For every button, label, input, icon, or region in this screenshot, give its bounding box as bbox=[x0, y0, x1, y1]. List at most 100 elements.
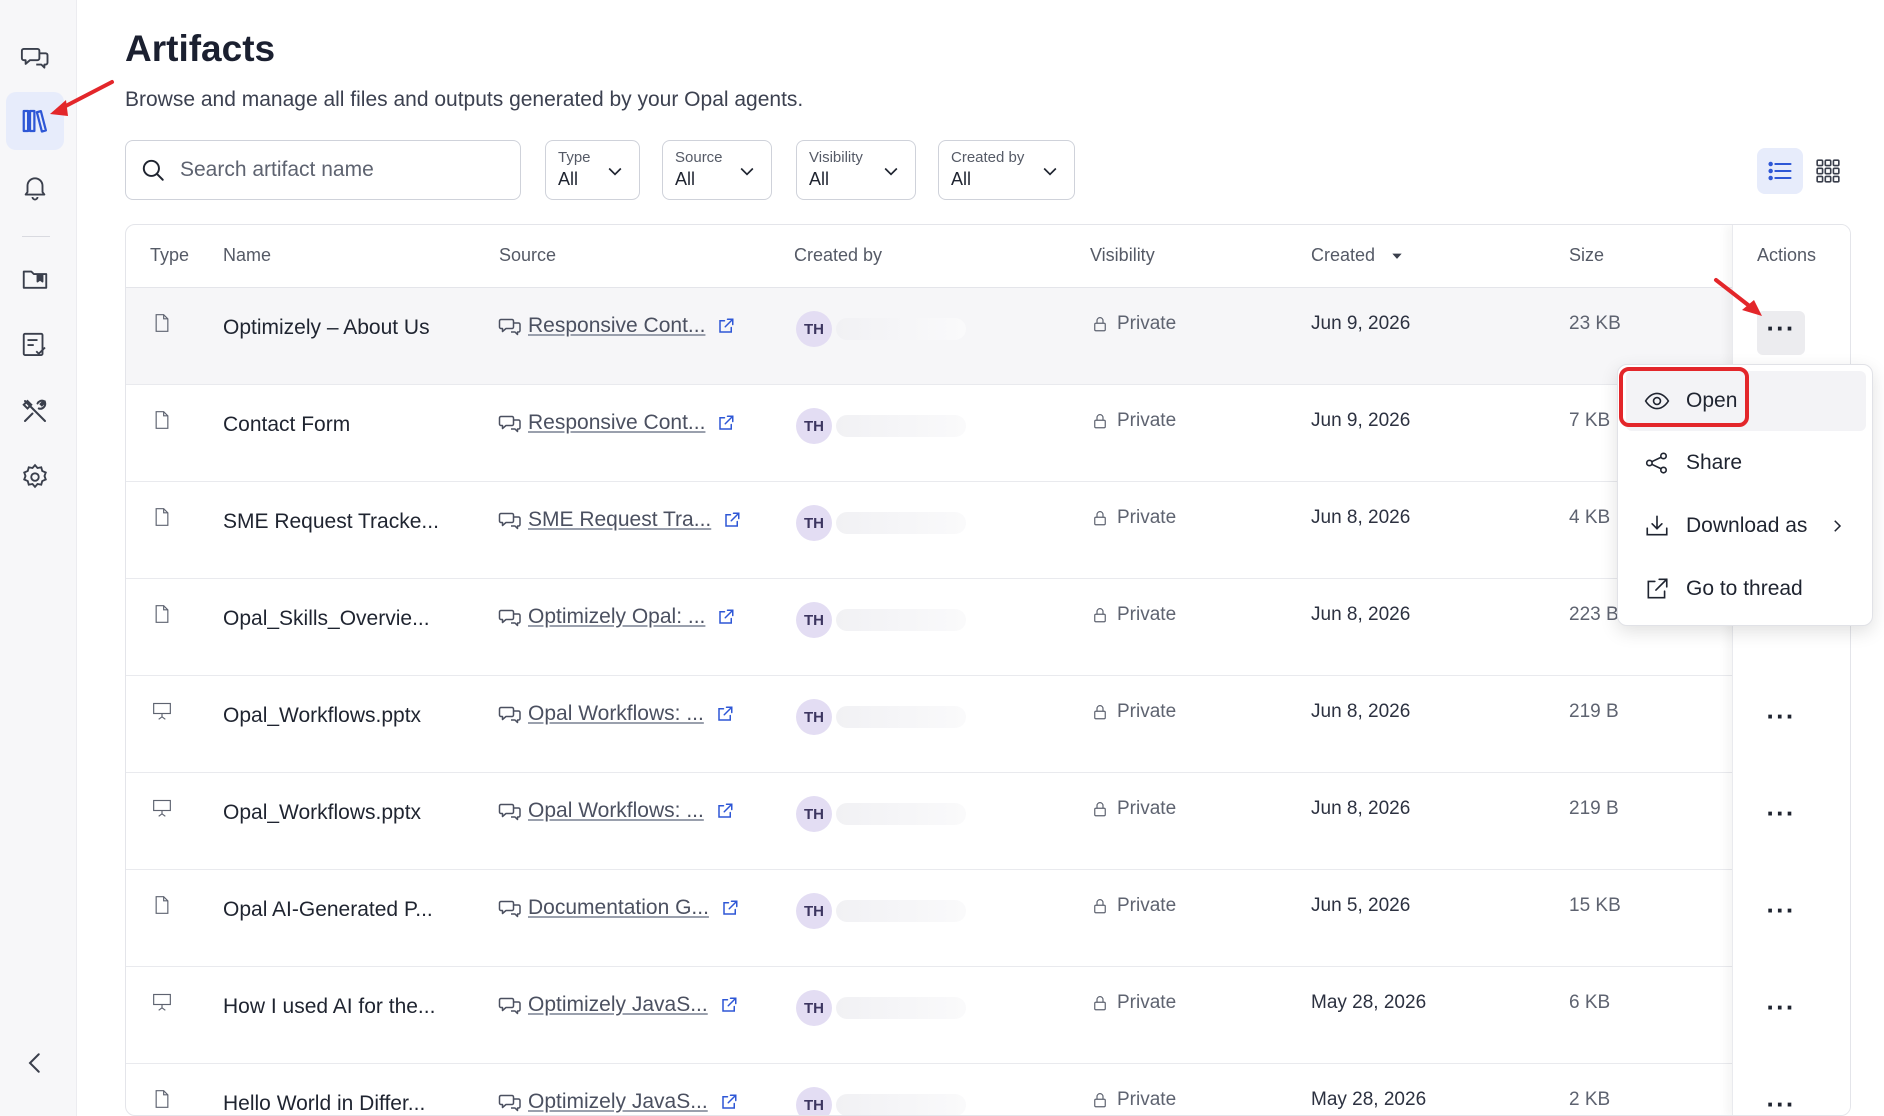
avatar: TH bbox=[796, 1087, 832, 1115]
redacted-user-name bbox=[836, 1094, 966, 1115]
row-source-link[interactable]: Responsive Cont... bbox=[528, 411, 705, 435]
row-more-actions-button[interactable]: ··· bbox=[1757, 311, 1805, 355]
row-source[interactable]: Documentation G... bbox=[498, 896, 739, 920]
presentation-icon bbox=[153, 993, 171, 1011]
row-source[interactable]: Opal Workflows: ... bbox=[498, 799, 734, 823]
row-source[interactable]: Opal Workflows: ... bbox=[498, 702, 734, 726]
row-source-link[interactable]: Responsive Cont... bbox=[528, 314, 705, 338]
menu-item-download-as[interactable]: Download as bbox=[1626, 496, 1866, 556]
column-header-source[interactable]: Source bbox=[499, 245, 556, 266]
row-name[interactable]: Opal_Workflows.pptx bbox=[223, 801, 421, 825]
external-link-icon[interactable] bbox=[720, 1093, 738, 1111]
row-source[interactable]: Optimizely JavaS... bbox=[498, 993, 738, 1017]
sidebar-item-settings[interactable] bbox=[6, 448, 64, 506]
avatar: TH bbox=[796, 602, 832, 638]
external-link-icon[interactable] bbox=[720, 996, 738, 1014]
sidebar-item-tools[interactable] bbox=[6, 382, 64, 440]
external-link-icon[interactable] bbox=[721, 899, 739, 917]
search-box bbox=[125, 140, 521, 200]
column-header-created-by[interactable]: Created by bbox=[794, 245, 882, 266]
chat-bubbles-icon bbox=[498, 900, 521, 918]
table-row[interactable]: Optimizely – About Us Responsive Cont... T… bbox=[126, 288, 1850, 385]
redacted-user-name bbox=[836, 997, 966, 1019]
source-filter[interactable]: Source All bbox=[662, 140, 772, 200]
row-more-actions-button[interactable]: ··· bbox=[1757, 796, 1805, 840]
redacted-user-name bbox=[836, 318, 966, 340]
sidebar-item-tasks[interactable] bbox=[6, 316, 64, 374]
row-created-date: Jun 5, 2026 bbox=[1311, 895, 1411, 916]
sidebar-collapse-button[interactable] bbox=[6, 1034, 64, 1092]
search-input[interactable] bbox=[180, 158, 500, 182]
row-visibility: Private bbox=[1091, 313, 1176, 335]
redacted-user-name bbox=[836, 512, 966, 534]
row-visibility-label: Private bbox=[1117, 798, 1177, 819]
row-created-date: Jun 8, 2026 bbox=[1311, 798, 1411, 819]
column-header-created[interactable]: Created bbox=[1311, 245, 1404, 266]
external-link-icon[interactable] bbox=[716, 705, 734, 723]
row-name[interactable]: Opal AI-Generated P... bbox=[223, 898, 433, 922]
row-more-actions-button[interactable]: ··· bbox=[1757, 699, 1805, 743]
grid-view-button[interactable] bbox=[1805, 148, 1851, 194]
row-source[interactable]: Responsive Cont... bbox=[498, 411, 735, 435]
table-row[interactable]: Contact Form Responsive Cont... TH Private J… bbox=[126, 385, 1850, 482]
external-link-icon[interactable] bbox=[723, 511, 741, 529]
table-row[interactable]: Opal_Workflows.pptx Opal Workflows: ... TH… bbox=[126, 676, 1850, 773]
table-row[interactable]: Opal AI-Generated P... Documentation G...… bbox=[126, 870, 1850, 967]
table-row[interactable]: Opal_Workflows.pptx Opal Workflows: ... TH… bbox=[126, 773, 1850, 870]
folder-bookmark-icon bbox=[22, 270, 48, 289]
external-link-icon[interactable] bbox=[717, 608, 735, 626]
created-by-filter[interactable]: Created by All bbox=[938, 140, 1075, 200]
menu-item-go-to-thread[interactable]: Go to thread bbox=[1626, 559, 1866, 619]
row-source-link[interactable]: Optimizely Opal: ... bbox=[528, 605, 705, 629]
table-row[interactable]: How I used AI for the... Optimizely JavaS… bbox=[126, 967, 1850, 1064]
row-more-actions-button[interactable]: ··· bbox=[1757, 1087, 1805, 1115]
table-row[interactable]: SME Request Tracke... SME Request Tra... T… bbox=[126, 482, 1850, 579]
column-header-visibility[interactable]: Visibility bbox=[1090, 245, 1155, 266]
type-filter[interactable]: Type All bbox=[545, 140, 640, 200]
row-source[interactable]: Responsive Cont... bbox=[498, 314, 735, 338]
row-created-date: Jun 9, 2026 bbox=[1311, 410, 1411, 431]
more-horizontal-icon: ··· bbox=[1766, 701, 1796, 731]
column-header-size[interactable]: Size bbox=[1569, 245, 1604, 266]
menu-item-share[interactable]: Share bbox=[1626, 433, 1866, 493]
row-source[interactable]: Optimizely JavaS... bbox=[498, 1090, 738, 1114]
sidebar-item-chat[interactable] bbox=[6, 28, 64, 86]
row-size: 6 KB bbox=[1569, 992, 1611, 1013]
row-name[interactable]: How I used AI for the... bbox=[223, 995, 435, 1019]
table-row[interactable]: Hello World in Differ... Optimizely JavaS… bbox=[126, 1064, 1850, 1115]
row-source-link[interactable]: Documentation G... bbox=[528, 896, 709, 920]
chevron-down-icon bbox=[740, 167, 754, 176]
row-source-link[interactable]: Optimizely JavaS... bbox=[528, 1090, 708, 1114]
sidebar-item-folder[interactable] bbox=[6, 250, 64, 308]
external-link-icon[interactable] bbox=[716, 802, 734, 820]
row-name[interactable]: Optimizely – About Us bbox=[223, 316, 430, 340]
row-source-link[interactable]: Optimizely JavaS... bbox=[528, 993, 708, 1017]
row-more-actions-button[interactable]: ··· bbox=[1757, 990, 1805, 1034]
type-filter-value: All bbox=[558, 169, 579, 189]
row-name[interactable]: Opal_Workflows.pptx bbox=[223, 704, 421, 728]
row-name[interactable]: Contact Form bbox=[223, 413, 350, 437]
sidebar-item-artifacts[interactable] bbox=[6, 92, 64, 150]
visibility-filter[interactable]: Visibility All bbox=[796, 140, 916, 200]
row-name[interactable]: Opal_Skills_Overvie... bbox=[223, 607, 430, 631]
sidebar-divider bbox=[22, 236, 50, 237]
row-visibility-label: Private bbox=[1117, 701, 1177, 722]
list-view-button[interactable] bbox=[1757, 148, 1803, 194]
row-source-link[interactable]: Opal Workflows: ... bbox=[528, 799, 704, 823]
row-name[interactable]: SME Request Tracke... bbox=[223, 510, 439, 534]
chat-bubbles-icon bbox=[498, 512, 521, 530]
row-source-link[interactable]: SME Request Tra... bbox=[528, 508, 711, 532]
row-size: 223 B bbox=[1569, 604, 1619, 625]
sidebar-item-notifications[interactable] bbox=[6, 158, 64, 216]
row-name[interactable]: Hello World in Differ... bbox=[223, 1092, 425, 1115]
row-more-actions-button[interactable]: ··· bbox=[1757, 893, 1805, 937]
external-link-icon[interactable] bbox=[717, 414, 735, 432]
row-source[interactable]: SME Request Tra... bbox=[498, 508, 741, 532]
row-source-link[interactable]: Opal Workflows: ... bbox=[528, 702, 704, 726]
type-filter-label: Type bbox=[558, 149, 591, 166]
column-header-name[interactable]: Name bbox=[223, 245, 271, 266]
table-row[interactable]: Opal_Skills_Overvie... Optimizely Opal: .… bbox=[126, 579, 1850, 676]
external-link-icon[interactable] bbox=[717, 317, 735, 335]
chevron-right-icon bbox=[1834, 520, 1842, 532]
row-source[interactable]: Optimizely Opal: ... bbox=[498, 605, 735, 629]
